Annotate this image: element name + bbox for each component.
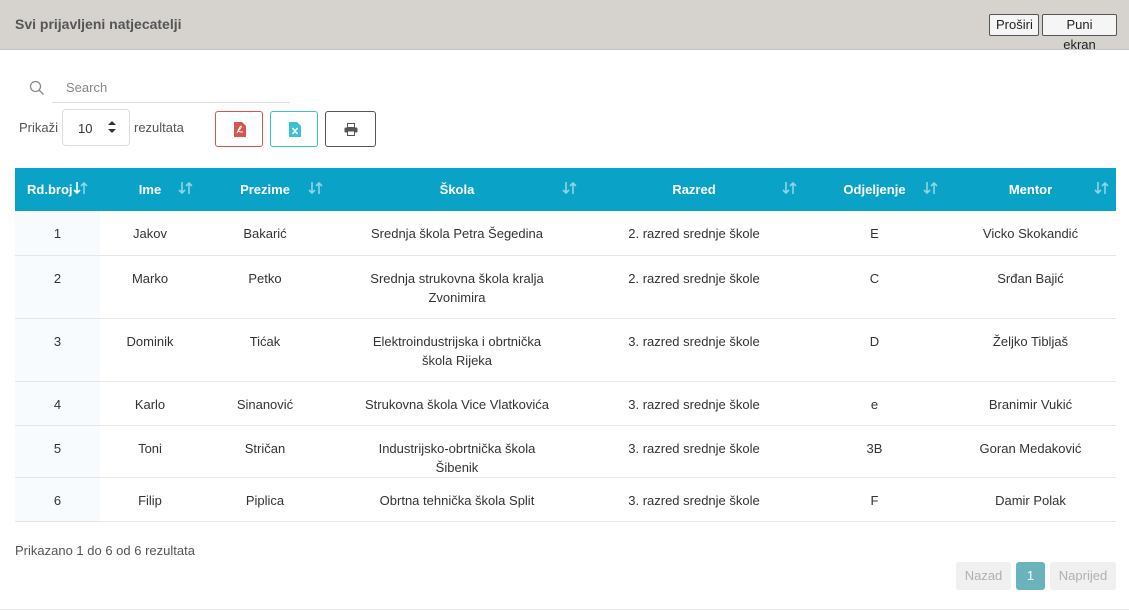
table-row: 2 Marko Petko Srednja strukovna škola kralj… [15,255,1116,319]
sort-icon [782,181,797,195]
cell-razred: 3. razred srednje škole [584,425,804,478]
fullscreen-button[interactable]: Puni ekran [1042,14,1117,52]
column-header-label: Prezime [240,182,290,197]
cell-mentor: Branimir Vukić [945,381,1116,426]
cell-mentor: Željko Tibljaš [945,318,1116,382]
cell-odjeljenje: e [804,381,945,426]
cell-razred: 3. razred srednje škole [584,381,804,426]
select-arrows-icon [108,121,116,133]
table-row: 5 Toni Stričan Industrijsko-obrtnička škola… [15,425,1116,478]
column-header-label: Mentor [1008,182,1053,197]
column-header-prezime[interactable]: Prezime [200,168,330,211]
print-button[interactable] [325,111,376,147]
cell-skola: Strukovna škola Vice Vlatkovića [330,381,584,426]
column-header-skola[interactable]: Škola [330,168,584,211]
expand-button[interactable]: Proširi [989,14,1039,36]
column-header-label: Rd.broj [27,182,73,197]
column-header-mentor[interactable]: Mentor [945,168,1116,211]
bottom-divider [0,609,1129,610]
table-header-row: Rd.broj Ime Prezime Škola Razred Odjeljenje Me… [15,168,1116,211]
pdf-icon [234,122,246,137]
page-1-button[interactable]: 1 [1016,562,1045,590]
search-icon [29,80,44,95]
export-pdf-button[interactable] [215,111,263,147]
column-header-ime[interactable]: Ime [100,168,200,211]
column-header-label: Razred [672,182,716,197]
cell-rd-broj: 5 [15,425,100,478]
cell-odjeljenje: F [804,477,945,522]
cell-skola: Industrijsko-obrtnička škola Šibenik [330,425,584,478]
cell-razred: 2. razred srednje škole [584,211,804,256]
cell-ime: Filip [100,477,200,522]
next-page-button[interactable]: Naprijed [1050,562,1116,590]
export-excel-button[interactable] [270,111,318,147]
cell-skola: Obrtna tehnička škola Split [330,477,584,522]
column-header-rd-broj[interactable]: Rd.broj [15,168,100,211]
cell-prezime: Bakarić [200,211,330,256]
cell-razred: 2. razred srednje škole [584,255,804,319]
cell-prezime: Petko [200,255,330,319]
cell-skola: Elektroindustrijska i obrtnička škola Ri… [330,318,584,382]
cell-mentor: Vicko Skokandić [945,211,1116,256]
cell-mentor: Srđan Bajić [945,255,1116,319]
page-size-label: Prikaži [19,120,59,135]
contestants-table: Rd.broj Ime Prezime Škola Razred Odjeljenje Me… [15,168,1116,522]
table-row: 3 Dominik Tićak Elektroindustrijska i obrtn… [15,318,1116,382]
column-header-label: Škola [439,182,475,197]
cell-prezime: Stričan [200,425,330,478]
print-icon [344,123,358,136]
panel-title: Svi prijavljeni natjecatelji [15,16,182,32]
sort-icon [1094,181,1109,195]
cell-skola: Srednja škola Petra Šegedina [330,211,584,256]
column-header-razred[interactable]: Razred [584,168,804,211]
cell-prezime: Sinanović [200,381,330,426]
cell-rd-broj: 4 [15,381,100,426]
cell-razred: 3. razred srednje škole [584,318,804,382]
excel-icon [289,122,301,137]
cell-odjeljenje: E [804,211,945,256]
cell-razred: 3. razred srednje škole [584,477,804,522]
cell-ime: Karlo [100,381,200,426]
cell-odjeljenje: C [804,255,945,319]
cell-rd-broj: 6 [15,477,100,522]
sort-icon [73,181,88,195]
results-label: rezultata [134,120,184,135]
cell-ime: Jakov [100,211,200,256]
sort-icon [923,181,938,195]
cell-ime: Toni [100,425,200,478]
column-header-label: Odjeljenje [843,182,906,197]
results-info: Prikazano 1 do 6 od 6 rezultata [15,543,195,558]
sort-icon [308,181,323,195]
page-size-value: 10 [78,121,93,136]
cell-rd-broj: 2 [15,255,100,319]
column-header-odjeljenje[interactable]: Odjeljenje [804,168,945,211]
cell-mentor: Damir Polak [945,477,1116,522]
panel-header: Svi prijavljeni natjecatelji Proširi Pun… [0,0,1129,52]
search-input[interactable] [52,73,290,103]
cell-odjeljenje: D [804,318,945,382]
cell-rd-broj: 1 [15,211,100,256]
table-row: 6 Filip Piplica Obrtna tehnička škola Split… [15,477,1116,522]
cell-odjeljenje: 3B [804,425,945,478]
cell-skola: Srednja strukovna škola kralja Zvonimira [330,255,584,319]
cell-mentor: Goran Medaković [945,425,1116,478]
previous-page-button[interactable]: Nazad [956,562,1011,590]
table-row: 4 Karlo Sinanović Strukovna škola Vice Vlat… [15,381,1116,426]
cell-prezime: Piplica [200,477,330,522]
cell-rd-broj: 3 [15,318,100,382]
cell-ime: Marko [100,255,200,319]
column-header-label: Ime [138,182,162,197]
cell-prezime: Tićak [200,318,330,382]
cell-ime: Dominik [100,318,200,382]
page-size-select[interactable]: 10 [62,109,130,146]
sort-icon [562,181,577,195]
sort-icon [178,181,193,195]
table-row: 1 Jakov Bakarić Srednja škola Petra Šegedin… [15,211,1116,256]
